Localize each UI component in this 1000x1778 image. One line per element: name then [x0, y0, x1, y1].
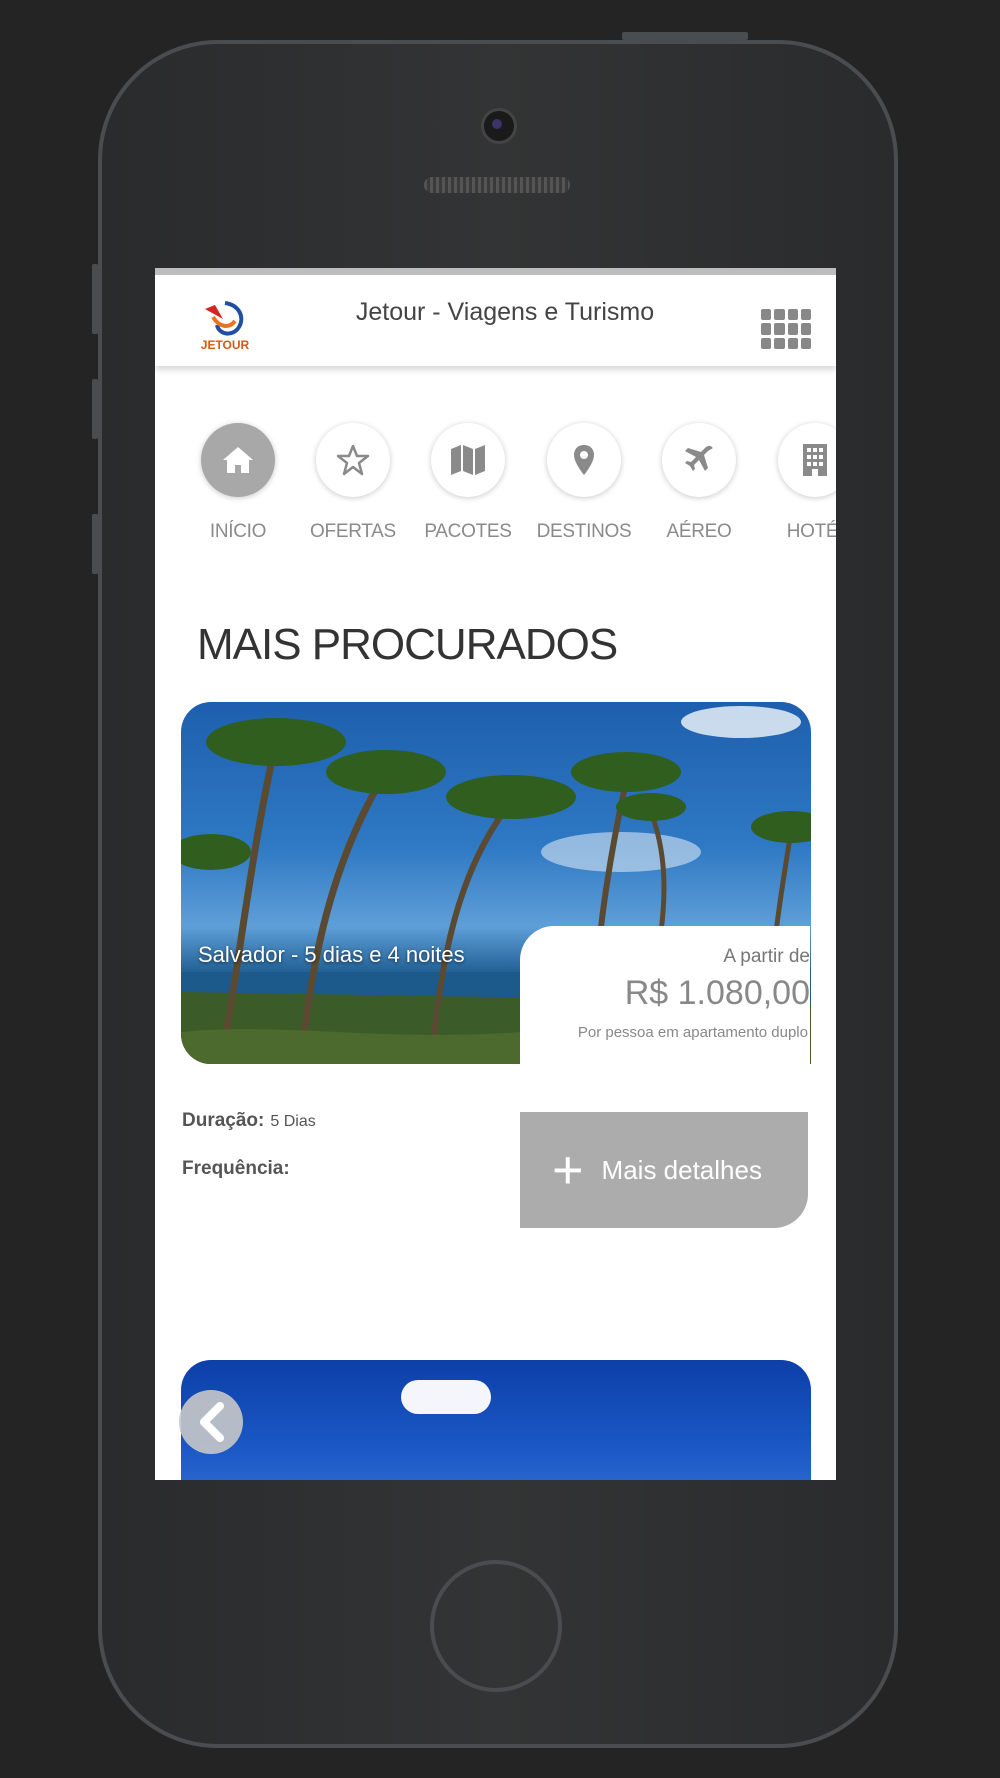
map-pin-icon	[574, 445, 594, 475]
more-details-label: Mais detalhes	[601, 1154, 762, 1185]
jetour-logo[interactable]: JETOUR	[195, 297, 255, 357]
price-value: R$ 1.080,00	[624, 974, 810, 1012]
building-icon	[803, 444, 827, 476]
map-icon	[451, 445, 485, 475]
duration-label: Duração:	[182, 1110, 265, 1131]
plane-icon	[685, 445, 713, 471]
home-button[interactable]	[430, 1560, 562, 1692]
nav-circle[interactable]	[201, 423, 275, 497]
nav-item-hoteis[interactable]: HOTÉI	[760, 423, 836, 543]
nav-label: PACOTES	[424, 521, 512, 542]
category-nav: INÍCIO OFERTAS PACOTES DESTINOS AÉREO HO…	[155, 423, 836, 553]
next-package-image[interactable]	[181, 1360, 811, 1480]
plus-icon: +	[552, 1140, 584, 1200]
nav-circle[interactable]	[431, 423, 505, 497]
nav-circle[interactable]	[778, 423, 836, 497]
nav-item-pacotes[interactable]: PACOTES	[413, 423, 523, 543]
logo-text: JETOUR	[201, 338, 250, 352]
app-screen: JETOUR Jetour - Viagens e Turismo INÍCIO	[155, 268, 836, 1480]
more-details-button[interactable]: + Mais detalhes	[520, 1112, 808, 1228]
price-from-label: A partir de	[723, 946, 810, 967]
nav-label: DESTINOS	[536, 521, 632, 542]
nav-label: INÍCIO	[209, 521, 267, 542]
grid-menu-icon[interactable]	[761, 309, 811, 349]
nav-item-ofertas[interactable]: OFERTAS	[298, 423, 408, 543]
volume-down-button	[92, 514, 98, 574]
star-icon	[336, 444, 370, 476]
price-box: A partir de R$ 1.080,00 Por pessoa em ap…	[520, 926, 810, 1064]
home-icon	[223, 447, 253, 473]
top-bar: JETOUR Jetour - Viagens e Turismo	[155, 268, 836, 366]
volume-up-button	[92, 379, 98, 439]
frequency-label: Frequência:	[182, 1158, 290, 1179]
chevron-left-icon	[200, 1402, 224, 1442]
nav-circle[interactable]	[316, 423, 390, 497]
nav-label: OFERTAS	[310, 521, 396, 542]
power-button	[622, 32, 748, 40]
nav-label: HOTÉI	[786, 521, 836, 542]
nav-item-destinos[interactable]: DESTINOS	[529, 423, 639, 543]
earpiece-speaker	[424, 177, 570, 193]
nav-circle[interactable]	[547, 423, 621, 497]
price-note: Por pessoa em apartamento duplo	[577, 1024, 808, 1041]
front-camera	[481, 108, 517, 144]
nav-circle[interactable]	[662, 423, 736, 497]
nav-item-aereo[interactable]: AÉREO	[644, 423, 754, 543]
duration-value: 5 Dias	[270, 1113, 316, 1130]
frequency-row: Frequência:	[182, 1158, 290, 1180]
app-title: Jetour - Viagens e Turismo	[355, 298, 655, 326]
cloud-shape	[401, 1380, 491, 1414]
nav-label: AÉREO	[666, 521, 732, 542]
duration-row: Duração: 5 Dias	[182, 1110, 316, 1132]
carousel-prev-button[interactable]	[179, 1390, 243, 1454]
mute-switch	[92, 264, 98, 334]
package-destination: Salvador - 5 dias e 4 noites	[198, 942, 465, 967]
nav-item-inicio[interactable]: INÍCIO	[183, 423, 293, 543]
section-title: MAIS PROCURADOS	[197, 620, 618, 669]
